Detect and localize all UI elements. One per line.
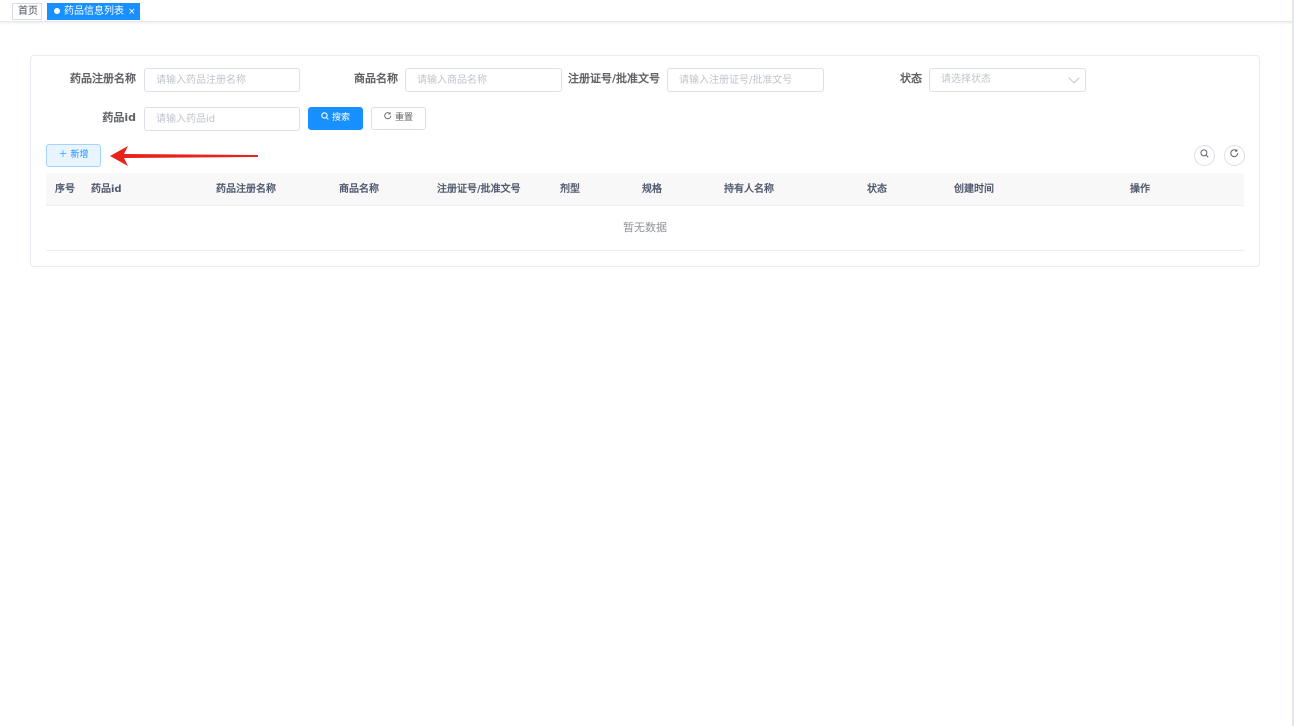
add-button[interactable]: ＋新增: [46, 144, 101, 167]
search-button[interactable]: 搜索: [308, 107, 363, 130]
column-status: 状态: [867, 184, 887, 195]
column-reg-name: 药品注册名称: [216, 184, 276, 195]
status-select[interactable]: 请选择状态: [929, 68, 1086, 92]
column-created-at: 创建时间: [954, 184, 994, 195]
search-icon: [1200, 149, 1209, 158]
search-button-label: 搜索: [331, 113, 350, 123]
refresh-icon: [1230, 149, 1239, 158]
active-dot-icon: [54, 8, 60, 14]
tags-view-bar: 首页 药品信息列表 ×: [0, 0, 1294, 22]
reg-name-input[interactable]: [144, 68, 300, 92]
table-header: 序号 药品id 药品注册名称 商品名称 注册证号/批准文号 剂型 规格 持有人名…: [46, 173, 1244, 206]
license-input[interactable]: [667, 68, 824, 92]
column-dosage-form: 剂型: [560, 184, 580, 195]
reset-button[interactable]: 重置: [371, 107, 426, 130]
drug-id-input[interactable]: [144, 107, 300, 131]
search-icon: [321, 108, 329, 129]
status-label: 状态: [900, 72, 922, 85]
red-arrow-annotation: [110, 146, 258, 166]
column-actions: 操作: [1130, 184, 1150, 195]
status-select-placeholder: 请选择状态: [941, 74, 991, 85]
reset-button-label: 重置: [394, 113, 413, 123]
refresh-button[interactable]: [1224, 145, 1245, 166]
tab-drug-list-label: 药品信息列表: [64, 6, 124, 17]
column-license: 注册证号/批准文号: [437, 184, 521, 195]
tab-close-icon[interactable]: ×: [128, 7, 136, 17]
refresh-icon: [384, 108, 392, 129]
column-index: 序号: [55, 184, 75, 195]
plus-icon: ＋: [58, 150, 68, 160]
chevron-down-icon: [1068, 72, 1080, 84]
column-holder: 持有人名称: [724, 184, 774, 195]
tab-home[interactable]: 首页: [12, 3, 42, 20]
tab-drug-list[interactable]: 药品信息列表 ×: [47, 3, 140, 20]
search-toggle-button[interactable]: [1194, 145, 1215, 166]
license-label: 注册证号/批准文号: [568, 72, 661, 85]
product-name-label: 商品名称: [354, 72, 398, 85]
add-button-label: 新增: [70, 150, 89, 160]
tab-home-label: 首页: [18, 6, 38, 17]
table-empty-text: 暂无数据: [46, 206, 1244, 251]
product-name-input[interactable]: [405, 68, 562, 92]
reg-name-label: 药品注册名称: [70, 72, 136, 85]
column-product-name: 商品名称: [339, 184, 379, 195]
drug-id-label: 药品id: [102, 111, 136, 124]
column-drug-id: 药品id: [91, 184, 122, 195]
column-spec: 规格: [642, 184, 662, 195]
